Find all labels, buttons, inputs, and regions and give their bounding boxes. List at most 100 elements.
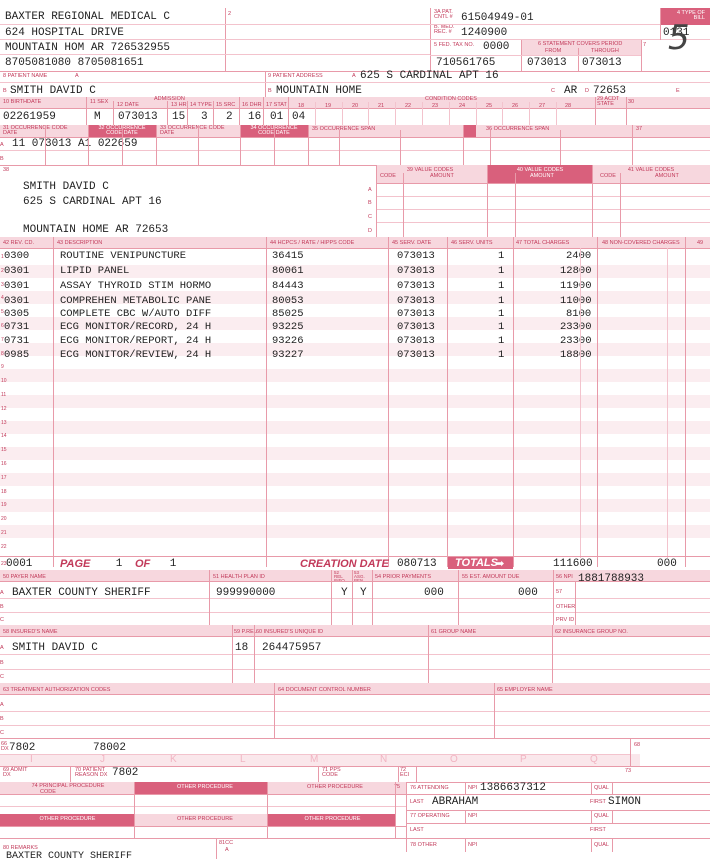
box38-line1: SMITH DAVID C bbox=[23, 181, 109, 193]
statement-period-label: 6 STATEMENT COVERS PERIOD bbox=[538, 41, 623, 47]
doc-control-label: 64 DOCUMENT CONTROL NUMBER bbox=[278, 687, 371, 693]
value41-code-label: CODE bbox=[600, 173, 616, 179]
provider-address: 624 HOSPITAL DRIVE bbox=[5, 27, 124, 39]
service-line: 0300 ROUTINE VENIPUNCTURE 36415 073013 1 2400 bbox=[4, 250, 592, 262]
noncovered-label: 48 NON-COVERED CHARGES bbox=[602, 240, 680, 246]
sex-label: 11 SEX bbox=[90, 99, 109, 105]
line-number: 14 bbox=[1, 433, 7, 440]
birthdate-value: 02261959 bbox=[3, 111, 56, 123]
other-procedure-d-label: OTHER PROCEDURE bbox=[177, 816, 233, 822]
unique-id-label: 60 INSURED'S UNIQUE ID bbox=[256, 629, 324, 635]
line-number: 19 bbox=[1, 502, 7, 509]
service-line: 0301 ASSAY THYROID STIM HORMO 84443 073013 1… bbox=[4, 280, 592, 292]
operating-last-label: LAST bbox=[410, 827, 424, 833]
value41-amount-label: AMOUNT bbox=[655, 173, 679, 179]
birthdate-label: 10 BIRTHDATE bbox=[3, 99, 42, 105]
dx-slot-letter: L bbox=[240, 754, 246, 765]
serv-date-label: 45 SERV. DATE bbox=[392, 240, 432, 246]
other-procedure-c-label: OTHER PROCEDURE bbox=[39, 816, 96, 822]
total-charges-value: 111600 bbox=[553, 558, 593, 570]
prior-payments-label: 54 PRIOR PAYMENTS bbox=[375, 574, 432, 580]
statement-from: 073013 bbox=[527, 57, 567, 69]
box30-label: 30 bbox=[628, 99, 635, 105]
line-number: 15 bbox=[1, 447, 7, 454]
box49-label: 49 bbox=[697, 240, 704, 246]
fed-tax-value: 710561765 bbox=[436, 57, 496, 69]
line-number: 18 bbox=[1, 488, 7, 495]
box38-label: 38 bbox=[3, 167, 10, 173]
value39-amount-label: AMOUNT bbox=[430, 173, 454, 179]
npi-label: 56 NPI bbox=[556, 574, 573, 580]
other78-qual-label: QUAL bbox=[594, 842, 609, 848]
line-number: 21 bbox=[1, 530, 7, 536]
operating-npi-label: NPI bbox=[468, 813, 478, 819]
line-number: 10 bbox=[1, 378, 7, 385]
span36-label: 36 OCCURRENCE SPAN bbox=[486, 126, 550, 132]
span35-label: 35 OCCURRENCE SPAN bbox=[312, 126, 376, 132]
hcpcs-label: 44 HCPCS / RATE / HIPPS CODE bbox=[270, 240, 355, 246]
eci-label: 72 ECI bbox=[400, 767, 410, 778]
service-line: 0305 COMPLETE CBC W/AUTO DIFF 85025 073013 1… bbox=[4, 308, 592, 320]
service-line: 0301 LIPID PANEL 80061 073013 1 12800 bbox=[4, 265, 592, 277]
dx-label: 66 DX bbox=[1, 741, 9, 752]
total-charges-label: 47 TOTAL CHARGES bbox=[516, 240, 570, 246]
dx-slot-letter: P bbox=[520, 754, 527, 765]
health-plan-label: 51 HEALTH PLAN ID bbox=[213, 574, 265, 580]
box38-line2: 625 S CARDINAL APT 16 bbox=[23, 196, 162, 208]
other-procedure-b-label: OTHER PROCEDURE bbox=[307, 784, 363, 790]
totals-arrow-icon: ➡ bbox=[495, 559, 505, 571]
fed-tax-code: 0000 bbox=[483, 41, 510, 53]
service-line: 0731 ECG MONITOR/RECORD, 24 H 93225 073013 1… bbox=[4, 321, 592, 333]
occurrence31-label: 31 OCCURRENCE CODE DATE bbox=[3, 125, 68, 136]
adm-date-value: 073013 bbox=[118, 111, 158, 123]
pat-cntl-label: 3a PAT. CNTL # bbox=[434, 9, 453, 20]
serv-units-label: 46 SERV. UNITS bbox=[451, 240, 493, 246]
patient-name-label: 8 PATIENT NAME bbox=[3, 73, 48, 79]
attending-last-name: ABRAHAM bbox=[432, 796, 479, 808]
value40-amount-label: AMOUNT bbox=[530, 173, 554, 179]
box68-label: 68 bbox=[634, 742, 641, 748]
dx-slot-letter: M bbox=[310, 754, 319, 765]
of-label: OF bbox=[135, 558, 151, 570]
insured-name: SMITH DAVID C bbox=[12, 642, 98, 654]
patient-street: 625 S CARDINAL APT 16 bbox=[360, 70, 499, 82]
med-rec-label: b. MED. REC. # bbox=[434, 24, 455, 35]
provider-city: MOUNTAIN HOM AR 726532955 bbox=[5, 42, 171, 54]
description-label: 43 DESCRIPTION bbox=[57, 240, 103, 246]
pps-label: 71 PPS CODE bbox=[322, 767, 341, 778]
line-number: 12 bbox=[1, 405, 7, 412]
handwritten-mark: 5 bbox=[668, 18, 690, 58]
attending-first-name: SIMON bbox=[608, 796, 642, 808]
patient-name: SMITH DAVID C bbox=[10, 85, 96, 97]
attending-label: 76 ATTENDING bbox=[410, 785, 449, 791]
provider-phones: 8705081080 8705081651 bbox=[5, 57, 144, 69]
condition-code: 04 bbox=[292, 111, 306, 123]
through-label: THROUGH bbox=[591, 48, 619, 54]
reason-dx-label: 70 PATIENT REASON DX bbox=[75, 767, 108, 778]
page-label: PAGE bbox=[60, 558, 91, 570]
remarks-text: BAXTER COUNTY SHERIFF bbox=[6, 851, 133, 859]
line-number: 11 bbox=[1, 392, 7, 398]
adm-hr-value: 15 bbox=[172, 111, 186, 123]
dx-slot-letter: J bbox=[100, 754, 105, 765]
pat-cntl-value: 61504949-01 bbox=[461, 12, 534, 24]
occurrence-line: 11 073013 A1 022659 bbox=[12, 138, 138, 150]
box73-label: 73 bbox=[625, 768, 632, 774]
attending-qual-label: QUAL bbox=[594, 785, 609, 791]
patient-address-label: 9 PATIENT ADDRESS bbox=[268, 73, 323, 79]
box57-label: 57 bbox=[556, 589, 563, 595]
line-number: 17 bbox=[1, 474, 7, 481]
attending-npi-label: NPI bbox=[468, 785, 478, 791]
service-line: 0731 ECG MONITOR/REPORT, 24 H 93226 073013 1… bbox=[4, 335, 592, 347]
adm-src-value: 2 bbox=[226, 111, 233, 123]
admit-dx-value: 7802 bbox=[112, 767, 139, 779]
box7-label: 7 bbox=[643, 42, 647, 48]
dx-slot-letter: O bbox=[450, 754, 458, 765]
fed-tax-label: 5 FED. TAX NO. bbox=[434, 42, 475, 48]
principal-procedure-label: 74 PRINCIPAL PROCEDURE bbox=[31, 783, 105, 789]
dx-slot-letter: I bbox=[30, 754, 33, 765]
service-line: 0301 COMPREHEN METABOLIC PANE 80053 073013 1… bbox=[4, 295, 592, 307]
dx-slot-letter: K bbox=[170, 754, 177, 765]
acdt-label: 29 ACDT STATE bbox=[597, 96, 620, 107]
npi-value: 1881788933 bbox=[578, 573, 645, 585]
